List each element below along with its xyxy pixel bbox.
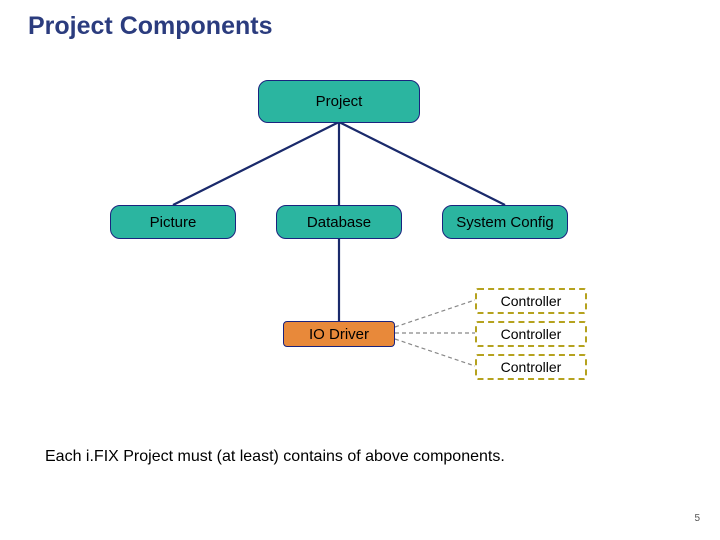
node-database: Database: [276, 205, 402, 239]
node-project: Project: [258, 80, 420, 123]
node-system-config: System Config: [442, 205, 568, 239]
node-system-config-label: System Config: [456, 214, 554, 231]
node-database-label: Database: [307, 214, 371, 231]
node-io-driver: IO Driver: [283, 321, 395, 347]
node-picture: Picture: [110, 205, 236, 239]
node-picture-label: Picture: [150, 214, 197, 231]
node-controller-2-label: Controller: [501, 326, 562, 342]
node-io-driver-label: IO Driver: [309, 326, 369, 343]
page-title: Project Components: [28, 12, 272, 41]
node-controller-3-label: Controller: [501, 359, 562, 375]
footnote-text: Each i.FIX Project must (at least) conta…: [45, 448, 505, 466]
page-number: 5: [694, 513, 700, 524]
node-project-label: Project: [316, 93, 363, 110]
node-controller-1-label: Controller: [501, 293, 562, 309]
node-controller-2: Controller: [475, 321, 587, 347]
node-controller-3: Controller: [475, 354, 587, 380]
node-controller-1: Controller: [475, 288, 587, 314]
